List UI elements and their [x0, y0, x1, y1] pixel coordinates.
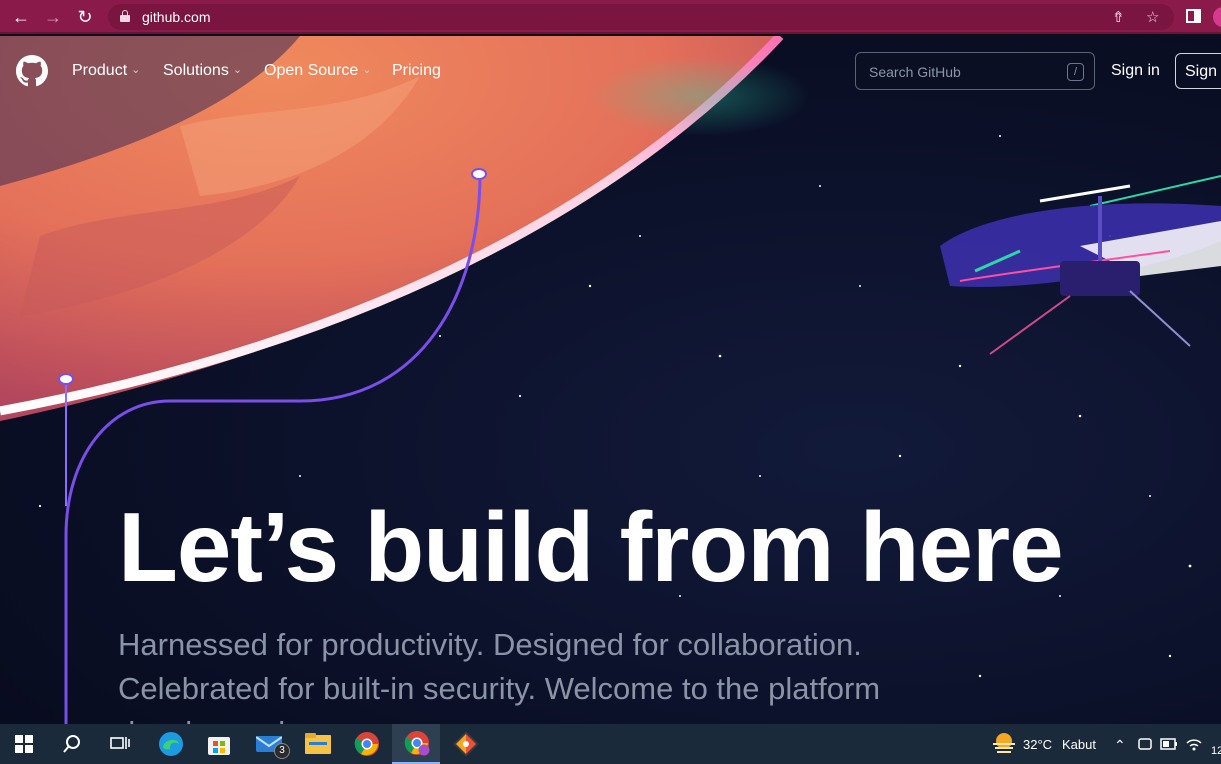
- chevron-down-icon: ⌄: [232, 64, 243, 76]
- helicopter-illustration: [940, 175, 1221, 355]
- search-input[interactable]: Search GitHub /: [855, 52, 1095, 90]
- browser-toolbar: ← → ↻ github.com ⇮ ☆: [0, 0, 1221, 34]
- nav-product[interactable]: Product ⌄: [72, 62, 140, 80]
- chevron-up-icon[interactable]: ⌃: [1114, 737, 1126, 754]
- forward-arrow-icon[interactable]: →: [42, 6, 64, 28]
- nav-pricing[interactable]: Pricing: [392, 62, 441, 80]
- github-logo-icon[interactable]: [16, 55, 48, 87]
- reload-icon[interactable]: ↻: [74, 6, 96, 28]
- search-shortcut-key: /: [1067, 63, 1084, 81]
- hero-subhead: Harnessed for productivity. Designed for…: [118, 627, 881, 724]
- nav-product-label: Product: [72, 62, 128, 79]
- weather-temp: 32°C: [1023, 737, 1053, 752]
- task-view-icon[interactable]: [96, 724, 144, 764]
- clock-text[interactable]: 12: [1211, 745, 1221, 757]
- share-icon[interactable]: ⇮: [1112, 8, 1125, 26]
- file-explorer-icon[interactable]: [293, 724, 341, 764]
- chrome-profile-icon[interactable]: [392, 724, 440, 764]
- edge-icon[interactable]: [146, 724, 194, 764]
- store-icon[interactable]: [194, 724, 242, 764]
- git-icon[interactable]: [441, 724, 489, 764]
- nav-pricing-label: Pricing: [392, 62, 441, 79]
- nav-solutions-label: Solutions: [163, 62, 229, 79]
- mail-unread-badge: 3: [274, 743, 290, 759]
- search-icon[interactable]: [48, 724, 96, 764]
- github-header: Product ⌄ Solutions ⌄ Open Source ⌄ Pricing…: [0, 36, 1221, 108]
- hero-headline: Let’s build from here: [118, 492, 1064, 602]
- nav-open-source[interactable]: Open Source ⌄: [264, 62, 372, 80]
- url-text: github.com: [142, 9, 211, 25]
- chevron-down-icon: ⌄: [362, 64, 372, 76]
- meet-now-icon[interactable]: [1138, 736, 1152, 752]
- windows-taskbar: 32°C Kabut ⌃ 12: [0, 724, 1221, 764]
- profile-avatar[interactable]: [1213, 7, 1221, 27]
- back-arrow-icon[interactable]: ←: [10, 6, 32, 28]
- battery-icon[interactable]: [1160, 737, 1178, 751]
- sign-up-button[interactable]: Sign up: [1175, 53, 1221, 89]
- wifi-icon[interactable]: [1186, 737, 1202, 751]
- weather-fog-icon[interactable]: [991, 732, 1017, 754]
- chevron-down-icon: ⌄: [131, 64, 141, 76]
- sign-in-link[interactable]: Sign in: [1111, 62, 1160, 80]
- weather-desc: Kabut: [1062, 737, 1096, 752]
- nav-solutions[interactable]: Solutions ⌄: [163, 62, 242, 80]
- search-placeholder: Search GitHub: [869, 64, 961, 80]
- lock-icon[interactable]: [120, 10, 130, 22]
- hero-illustration: [0, 36, 1221, 724]
- side-panel-icon[interactable]: [1186, 9, 1201, 23]
- nav-open-source-label: Open Source: [264, 62, 359, 79]
- start-icon[interactable]: [0, 724, 48, 764]
- chrome-icon[interactable]: [342, 724, 390, 764]
- address-bar[interactable]: github.com ⇮ ☆: [108, 4, 1174, 30]
- hero-section: Product ⌄ Solutions ⌄ Open Source ⌄ Pricing…: [0, 36, 1221, 724]
- bookmark-star-icon[interactable]: ☆: [1146, 8, 1159, 26]
